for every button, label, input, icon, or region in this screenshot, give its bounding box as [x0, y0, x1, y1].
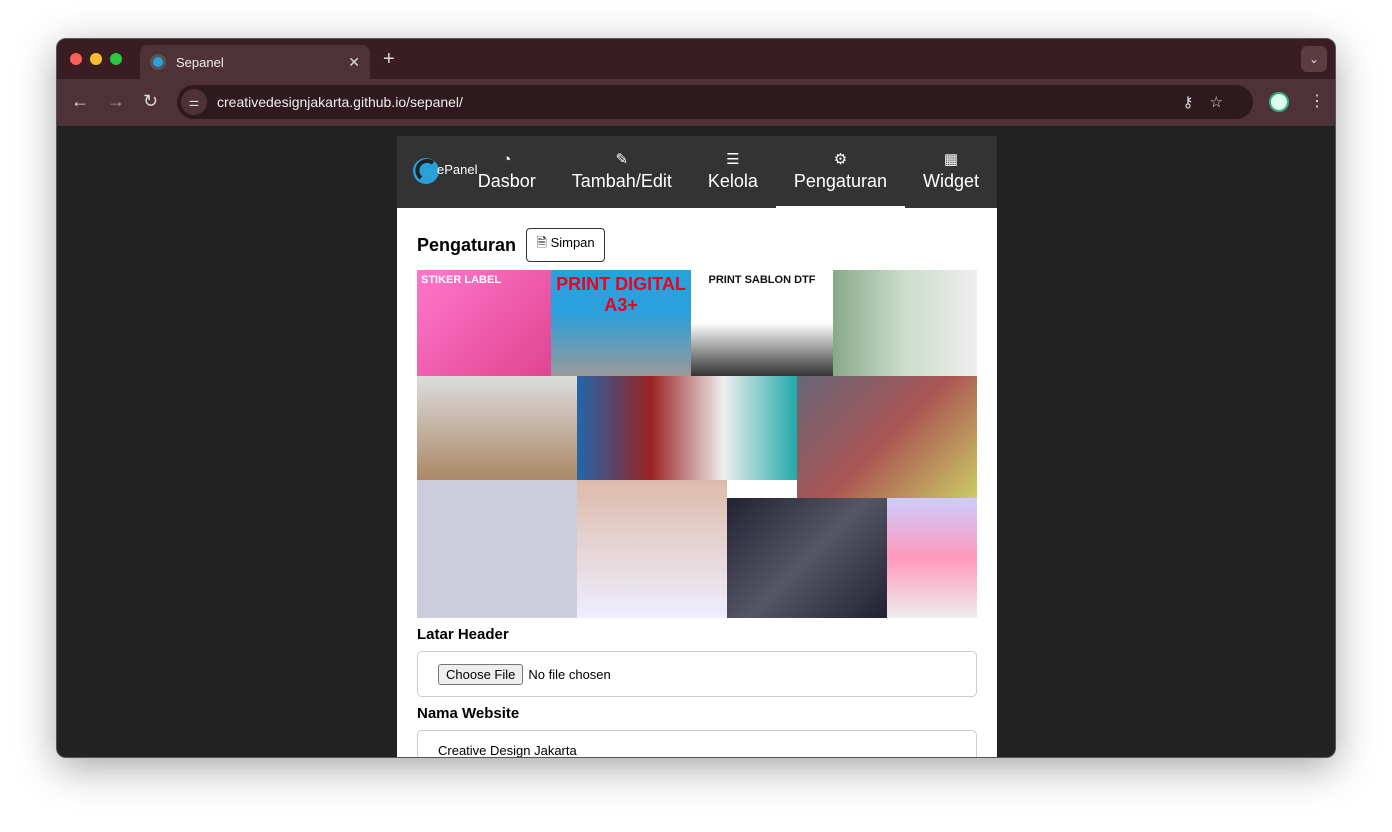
- favicon-icon: [150, 54, 166, 70]
- bookmark-star-icon[interactable]: ☆: [1210, 94, 1239, 111]
- profile-avatar[interactable]: [1269, 92, 1289, 112]
- image-tile: PRINT DIGITAL A3+: [551, 270, 691, 376]
- image-tile: [833, 270, 977, 376]
- nav-label: Widget: [922, 171, 979, 191]
- nav-label: Kelola: [707, 171, 758, 191]
- tab-bar: Sepanel ✕ + ⌄: [57, 39, 1335, 79]
- image-tile: [417, 376, 577, 480]
- more-menu-icon[interactable]: ⋮: [1309, 91, 1325, 111]
- header-file-input[interactable]: Choose File No file chosen: [417, 651, 977, 697]
- close-window-button[interactable]: [70, 53, 82, 65]
- tab-title: Sepanel: [176, 54, 224, 70]
- top-navigation: ePanel ◔ Dasbor ✎ Tambah/Edit ☰ Kelola ⚙ Pen…: [397, 136, 997, 208]
- image-tile: [887, 498, 977, 618]
- nav-item-dasbor[interactable]: ◔ Dasbor: [460, 151, 554, 208]
- url-text: creativedesignjakarta.github.io/sepanel/: [217, 94, 463, 110]
- image-tile: [577, 480, 727, 618]
- nav-item-widget[interactable]: ▦ Widget: [905, 150, 997, 208]
- browser-window: Sepanel ✕ + ⌄ ← → ↻ ⚌ creativedesignjaka…: [56, 38, 1336, 758]
- maximize-window-button[interactable]: [110, 53, 122, 65]
- image-tile: STIKER LABEL: [417, 270, 551, 376]
- nav-item-pengaturan[interactable]: ⚙ Pengaturan: [775, 150, 905, 208]
- save-label: Simpan: [550, 235, 595, 250]
- key-icon[interactable]: ⚷: [1183, 94, 1210, 111]
- web-page: ePanel ◔ Dasbor ✎ Tambah/Edit ☰ Kelola ⚙ Pen…: [397, 136, 997, 758]
- back-icon[interactable]: ←: [71, 91, 89, 112]
- nav-item-kelola[interactable]: ☰ Kelola: [690, 150, 776, 208]
- tab-search-button[interactable]: ⌄: [1301, 46, 1327, 72]
- dashboard-icon: ◔: [502, 151, 512, 168]
- edit-icon: ✎: [615, 151, 629, 168]
- browser-toolbar: ← → ↻ ⚌ creativedesignjakarta.github.io/…: [57, 79, 1335, 126]
- document-icon: 🗎: [536, 235, 547, 250]
- image-tile: [417, 480, 577, 618]
- page-title: Pengaturan: [417, 234, 517, 255]
- website-name-value: Creative Design Jakarta: [438, 743, 577, 758]
- forward-icon[interactable]: →: [107, 91, 125, 112]
- header-background-image: STIKER LABEL PRINT DIGITAL A3+ PRINT SAB…: [417, 270, 977, 618]
- website-name-input[interactable]: Creative Design Jakarta: [417, 730, 977, 758]
- minimize-window-button[interactable]: [90, 53, 102, 65]
- nav-label: Pengaturan: [793, 171, 887, 191]
- settings-panel: Pengaturan 🗎 Simpan STIKER LABEL PRINT D…: [397, 208, 997, 758]
- choose-file-button[interactable]: Choose File: [438, 663, 524, 685]
- field-label-latar-header: Latar Header: [417, 626, 509, 643]
- image-tile: PRINT SABLON DTF: [691, 270, 833, 376]
- image-tile: [797, 376, 977, 500]
- image-tile: [727, 498, 887, 618]
- nav-label: Tambah/Edit: [571, 171, 672, 191]
- field-label-nama-website: Nama Website: [417, 705, 520, 722]
- image-tile: [577, 376, 797, 480]
- file-status: No file chosen: [528, 666, 611, 682]
- address-bar[interactable]: ⚌ creativedesignjakarta.github.io/sepane…: [177, 85, 1253, 119]
- gear-icon: ⚙: [833, 151, 848, 168]
- widget-icon: ▦: [943, 151, 959, 168]
- new-tab-button[interactable]: +: [383, 48, 395, 71]
- nav-item-tambah-edit[interactable]: ✎ Tambah/Edit: [554, 150, 690, 208]
- list-icon: ☰: [726, 151, 740, 168]
- nav-label: Dasbor: [477, 171, 536, 191]
- reload-icon[interactable]: ↻: [143, 91, 158, 112]
- save-button[interactable]: 🗎 Simpan: [526, 228, 605, 262]
- close-tab-icon[interactable]: ✕: [348, 54, 360, 71]
- browser-tab[interactable]: Sepanel ✕: [140, 45, 370, 79]
- site-settings-icon[interactable]: ⚌: [181, 89, 207, 115]
